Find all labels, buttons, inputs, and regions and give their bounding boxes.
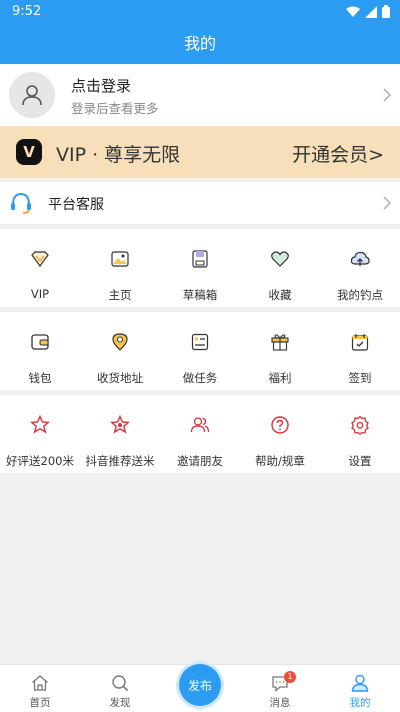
home-icon — [32, 675, 48, 691]
chevron-right-icon — [383, 88, 391, 102]
grid-item-settings[interactable]: 设置 — [320, 395, 400, 473]
gift-icon — [270, 332, 290, 352]
grid-item-label: 做任务 — [182, 371, 218, 385]
grid-item-review-reward[interactable]: 好评送200米 — [0, 395, 80, 473]
grid-item-label: 好评送200米 — [6, 454, 74, 468]
grid-item-favorites[interactable]: 收藏 — [240, 229, 320, 307]
grid-item-check-in[interactable]: 签到 — [320, 312, 400, 390]
image-icon — [110, 249, 130, 269]
grid-item-wallet[interactable]: 钱包 — [0, 312, 80, 390]
grid-item-label: 我的钓点 — [337, 288, 383, 302]
grid-item-homepage[interactable]: 主页 — [80, 229, 160, 307]
grid-item-label: 收货地址 — [97, 371, 143, 385]
bottom-tab-bar: 首页 发现 发布 消息 1 我的 — [0, 664, 400, 712]
grid-item-tasks[interactable]: 做任务 — [160, 312, 240, 390]
user-icon — [351, 674, 369, 692]
grid-item-label: 设置 — [348, 454, 372, 468]
tab-mine-label: 我的 — [349, 697, 371, 709]
system-icons — [346, 5, 390, 18]
star-badge-icon — [110, 415, 130, 435]
menu-grid-row-3: 好评送200米 抖音推荐送米 邀请朋友 帮助/规章 设置 — [0, 395, 400, 473]
battery-icon — [382, 5, 390, 18]
wifi-icon — [346, 6, 360, 17]
grid-item-drafts[interactable]: 草稿箱 — [160, 229, 240, 307]
avatar[interactable] — [9, 72, 55, 118]
wallet-icon — [30, 332, 50, 352]
friends-icon — [190, 415, 210, 435]
tab-discover[interactable]: 发现 — [80, 665, 160, 712]
grid-item-label: 抖音推荐送米 — [85, 454, 155, 468]
search-icon — [112, 675, 129, 692]
grid-item-invite-friends[interactable]: 邀请朋友 — [160, 395, 240, 473]
grid-item-label: 草稿箱 — [182, 288, 218, 302]
grid-item-label: 主页 — [108, 288, 132, 302]
tab-messages-label: 消息 — [269, 697, 291, 709]
login-title[interactable]: 点击登录 — [71, 75, 131, 96]
open-vip-button[interactable]: 开通会员> — [292, 140, 384, 167]
grid-item-label: VIP — [30, 287, 50, 301]
cloud-upload-icon — [350, 249, 370, 269]
grid-item-shipping-address[interactable]: 收货地址 — [80, 312, 160, 390]
login-subtitle: 登录后查看更多 — [71, 101, 159, 116]
heart-icon — [270, 249, 290, 269]
grid-item-vip[interactable]: VIP — [0, 229, 80, 307]
tab-messages[interactable]: 消息 — [240, 665, 320, 712]
calendar-check-icon — [350, 332, 370, 352]
task-list-icon — [190, 332, 210, 352]
grid-item-label: 签到 — [348, 371, 372, 385]
customer-service-label: 平台客服 — [48, 197, 104, 213]
grid-item-label: 收藏 — [268, 288, 292, 302]
status-bar: 9:52 — [0, 0, 400, 24]
customer-service-row[interactable]: 平台客服 — [0, 182, 400, 224]
star-icon — [30, 415, 50, 435]
unread-badge: 1 — [284, 671, 296, 683]
chevron-right-icon — [383, 196, 391, 210]
vip-banner[interactable]: V VIP · 尊享无限 开通会员> — [0, 126, 400, 178]
signal-icon — [365, 5, 377, 18]
help-icon — [270, 415, 290, 435]
grid-item-label: 福利 — [268, 371, 292, 385]
grid-item-fishing-spots[interactable]: 我的钓点 — [320, 229, 400, 307]
grid-item-label: 邀请朋友 — [177, 454, 223, 468]
vip-logo-icon: V — [16, 139, 42, 165]
tab-home[interactable]: 首页 — [0, 665, 80, 712]
grid-item-label: 帮助/规章 — [255, 454, 305, 468]
grid-item-benefits[interactable]: 福利 — [240, 312, 320, 390]
location-pin-icon — [110, 332, 130, 352]
status-time: 9:52 — [12, 4, 42, 19]
tab-discover-label: 发现 — [109, 697, 131, 709]
vip-icon — [30, 249, 50, 269]
menu-grid-row-1: VIP 主页 草稿箱 收藏 我的钓点 — [0, 229, 400, 307]
tab-mine[interactable]: 我的 — [320, 665, 400, 712]
vip-text: VIP · 尊享无限 — [56, 144, 181, 166]
grid-item-label: 钱包 — [28, 371, 52, 385]
grid-item-douyin-reward[interactable]: 抖音推荐送米 — [80, 395, 160, 473]
grid-item-help[interactable]: 帮助/规章 — [240, 395, 320, 473]
drafts-icon — [190, 249, 210, 269]
publish-button[interactable]: 发布 — [179, 664, 221, 706]
login-row[interactable]: 点击登录 登录后查看更多 — [0, 64, 400, 126]
page-title: 我的 — [0, 24, 400, 64]
gear-icon — [350, 415, 370, 435]
menu-grid-row-2: 钱包 收货地址 做任务 福利 签到 — [0, 312, 400, 390]
headset-icon — [11, 192, 31, 214]
tab-home-label: 首页 — [29, 697, 51, 709]
user-icon — [22, 85, 42, 106]
